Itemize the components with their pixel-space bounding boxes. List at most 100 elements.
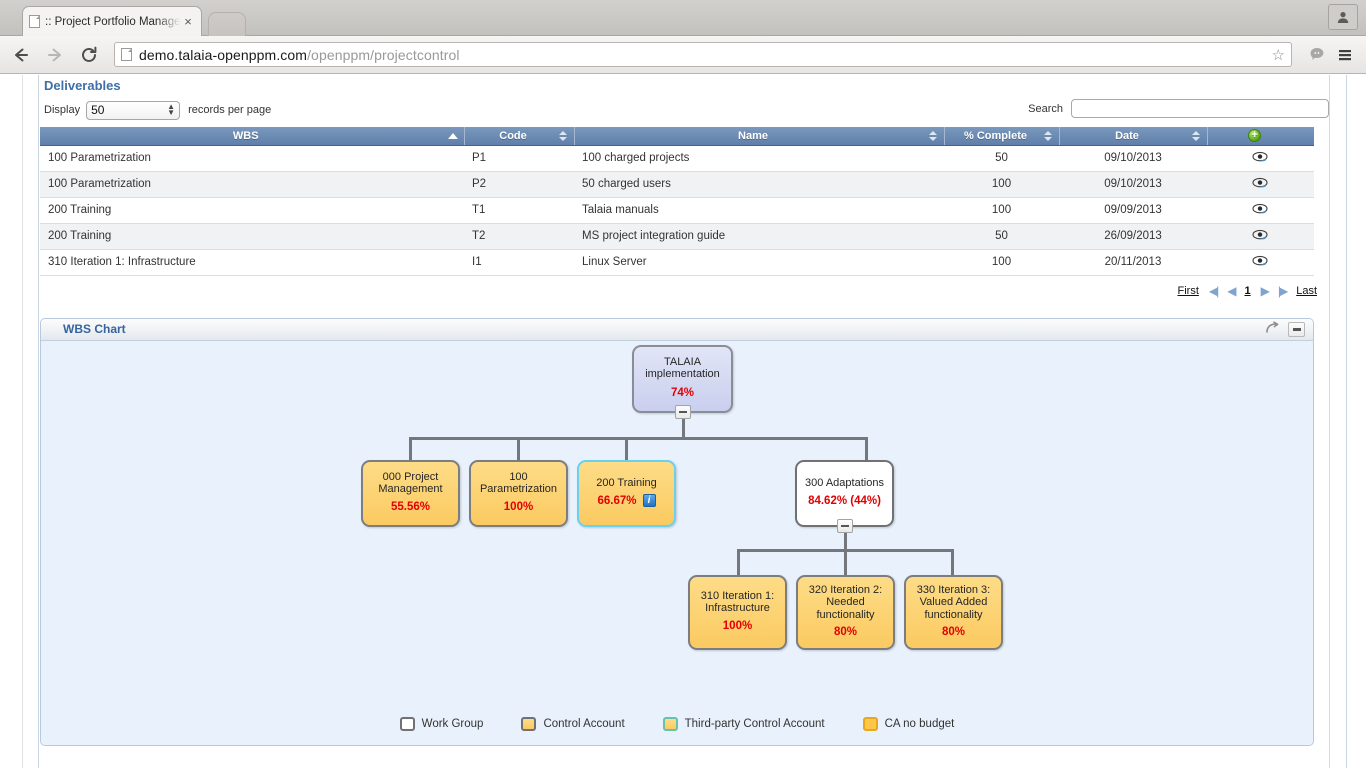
cell-code: P2 [464, 171, 574, 197]
column-label: WBS [233, 130, 259, 142]
column-label: Name [738, 130, 768, 142]
table-row[interactable]: 100 Parametrization P2 50 charged users … [40, 171, 1314, 197]
view-icon[interactable] [1252, 229, 1269, 241]
wbs-node-000-project-management[interactable]: 000 Project Management 55.56% [361, 460, 460, 527]
minimize-icon[interactable] [1288, 322, 1305, 337]
pagination-first-icon[interactable]: ◀| [1209, 284, 1217, 298]
address-bar[interactable]: demo.talaia-openppm.com/openppm/projectc… [114, 42, 1292, 67]
cell-date: 20/11/2013 [1059, 249, 1207, 275]
sort-icon [1043, 130, 1053, 142]
cell-complete: 50 [944, 223, 1059, 249]
column-label: % Complete [964, 130, 1027, 142]
cell-date: 09/09/2013 [1059, 197, 1207, 223]
spinner-icon: ▲▼ [167, 104, 175, 116]
node-percent: 80% [942, 626, 965, 639]
wbs-legend: Work Group Control Account Third-party C… [41, 717, 1313, 731]
column-header-actions: + [1207, 127, 1314, 145]
pagination-prev-icon[interactable]: ◀ [1227, 284, 1234, 298]
sort-icon [928, 130, 938, 142]
column-header-date[interactable]: Date [1059, 127, 1207, 145]
column-header-complete[interactable]: % Complete [944, 127, 1059, 145]
column-header-code[interactable]: Code [464, 127, 574, 145]
table-row[interactable]: 200 Training T1 Talaia manuals 100 09/09… [40, 197, 1314, 223]
info-icon[interactable]: i [643, 494, 656, 507]
wbs-node-100-parametrization[interactable]: 100 Parametrization 100% [469, 460, 568, 527]
speech-bubble-icon[interactable] [1304, 42, 1330, 68]
legend-swatch-third-party [663, 717, 678, 731]
page-icon [29, 15, 40, 28]
pagination-last[interactable]: Last [1296, 285, 1317, 297]
pagination-page-1[interactable]: 1 [1244, 285, 1250, 297]
cell-wbs: 200 Training [40, 223, 464, 249]
pagination: First ◀| ◀ 1 ▶ |▶ Last [40, 276, 1329, 306]
pagination-first[interactable]: First [1178, 285, 1199, 297]
cell-name: 100 charged projects [574, 145, 944, 171]
pagination-last-icon[interactable]: |▶ [1278, 284, 1286, 298]
view-icon[interactable] [1252, 177, 1269, 189]
browser-tab[interactable]: :: Project Portfolio Manage × [22, 6, 202, 36]
browser-window: :: Project Portfolio Manage × demo.talai… [0, 0, 1366, 768]
menu-icon[interactable] [1332, 42, 1358, 68]
url-path: /openppm/projectcontrol [307, 47, 460, 63]
page-gutter-line-2 [38, 75, 39, 768]
node-percent: 84.62% (44%) [808, 495, 881, 508]
url-host: demo.talaia-openppm.com [139, 47, 307, 63]
wbs-panel-header: WBS Chart [41, 319, 1313, 341]
page-length-select[interactable]: 50 ▲▼ [86, 101, 180, 120]
wbs-node-300-adaptations[interactable]: 300 Adaptations 84.62% (44%) [795, 460, 894, 527]
table-row[interactable]: 200 Training T2 MS project integration g… [40, 223, 1314, 249]
star-icon[interactable]: ☆ [1272, 46, 1285, 64]
cell-code: T2 [464, 223, 574, 249]
legend-swatch-work-group [400, 717, 415, 731]
table-row[interactable]: 310 Iteration 1: Infrastructure I1 Linux… [40, 249, 1314, 275]
node-label: 300 Adaptations [805, 477, 884, 490]
node-percent: 80% [834, 626, 857, 639]
wbs-node-320-iteration-2[interactable]: 320 Iteration 2: Needed functionality 80… [796, 575, 895, 650]
url-text: demo.talaia-openppm.com/openppm/projectc… [139, 47, 460, 63]
view-icon[interactable] [1252, 203, 1269, 215]
close-icon[interactable]: × [181, 15, 195, 28]
table-header-row: WBS Code Name % Complete [40, 127, 1314, 145]
cell-wbs: 310 Iteration 1: Infrastructure [40, 249, 464, 275]
view-icon[interactable] [1252, 151, 1269, 163]
node-label: 200 Training [596, 477, 657, 490]
node-percent: 55.56% [391, 501, 430, 514]
wbs-node-330-iteration-3[interactable]: 330 Iteration 3: Valued Added functional… [904, 575, 1003, 650]
column-header-name[interactable]: Name [574, 127, 944, 145]
connector-to-310 [737, 549, 740, 575]
node-label: 320 Iteration 2: Needed functionality [802, 584, 889, 622]
back-icon[interactable] [8, 42, 34, 68]
new-tab-button[interactable] [208, 12, 246, 36]
wbs-node-200-training[interactable]: 200 Training 66.67% i [577, 460, 676, 527]
add-deliverable-icon[interactable]: + [1248, 129, 1261, 142]
view-icon[interactable] [1252, 255, 1269, 267]
connector-to-330 [951, 549, 954, 575]
profile-button[interactable] [1328, 4, 1358, 30]
sort-icon [558, 130, 568, 142]
search-input[interactable] [1071, 99, 1329, 118]
cell-name: Talaia manuals [574, 197, 944, 223]
column-header-wbs[interactable]: WBS [40, 127, 464, 145]
pagination-next-icon[interactable]: ▶ [1261, 284, 1268, 298]
cell-code: T1 [464, 197, 574, 223]
records-per-page-label: records per page [188, 104, 271, 116]
cell-actions [1207, 223, 1314, 249]
connector-level2-bar [409, 437, 868, 440]
wbs-node-root[interactable]: TALAIA implementation 74% [632, 345, 733, 413]
node-percent-row: 66.67% i [597, 494, 655, 507]
wbs-chart-panel: WBS Chart [40, 318, 1314, 746]
deliverables-table: WBS Code Name % Complete [40, 127, 1314, 276]
table-row[interactable]: 100 Parametrization P1 100 charged proje… [40, 145, 1314, 171]
legend-label: Third-party Control Account [685, 718, 825, 730]
cell-wbs: 100 Parametrization [40, 145, 464, 171]
node-label: TALAIA implementation [638, 356, 727, 381]
collapse-icon[interactable] [675, 405, 691, 419]
refresh-icon[interactable] [1265, 321, 1280, 338]
page-info-icon [121, 48, 132, 61]
sort-ascending-icon [448, 130, 458, 142]
reload-icon[interactable] [76, 42, 102, 68]
legend-item-third-party: Third-party Control Account [663, 717, 825, 731]
cell-complete: 100 [944, 249, 1059, 275]
wbs-node-310-iteration-1[interactable]: 310 Iteration 1: Infrastructure 100% [688, 575, 787, 650]
collapse-icon[interactable] [837, 519, 853, 533]
